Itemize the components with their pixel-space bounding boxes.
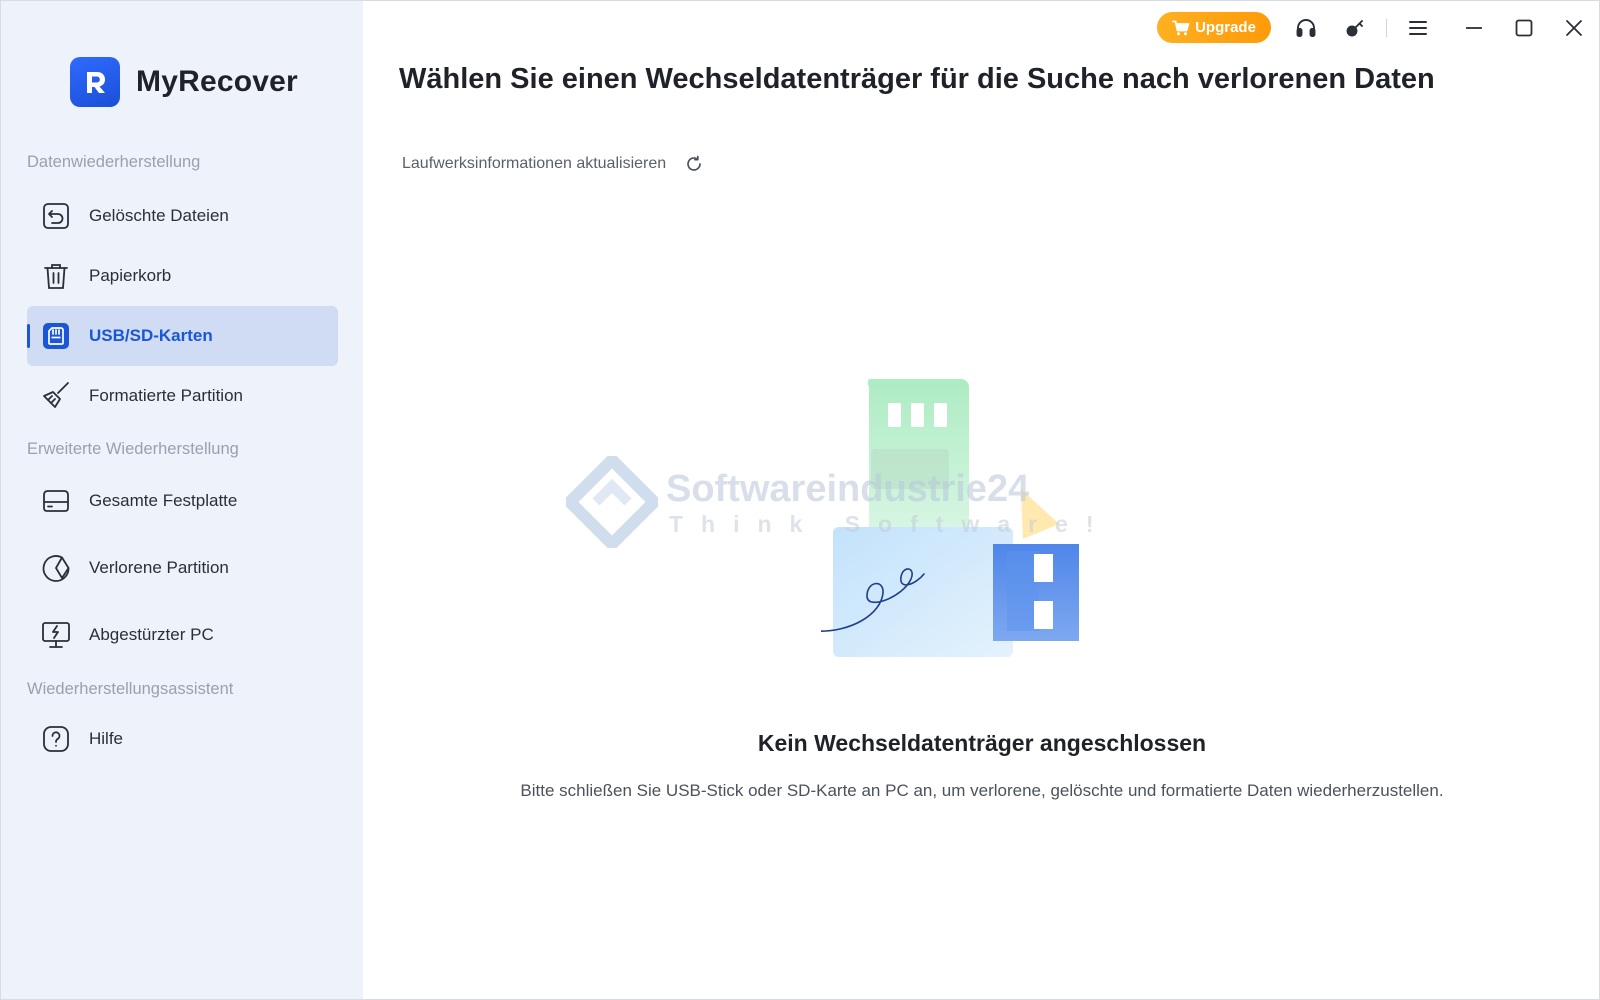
headset-icon[interactable]: [1291, 13, 1321, 43]
sidebar-item-label: Abgestürzter PC: [89, 625, 214, 644]
close-icon[interactable]: [1559, 13, 1589, 43]
broom-icon: [39, 379, 73, 413]
sidebar-item-label: Hilfe: [89, 729, 124, 748]
sidebar-item-deleted-files[interactable]: Gelöschte Dateien: [27, 186, 338, 246]
sidebar-item-label: Gelöschte Dateien: [89, 206, 229, 225]
sidebar-item-usb-sd[interactable]: USB/SD-Karten: [27, 306, 338, 366]
upgrade-button[interactable]: Upgrade: [1157, 12, 1271, 43]
restore-file-icon: [39, 199, 73, 233]
empty-state-description: Bitte schließen Sie USB-Stick oder SD-Ka…: [520, 781, 1444, 800]
sidebar-item-crashed-pc[interactable]: Abgestürzter PC: [27, 605, 338, 665]
app-name: MyRecover: [136, 65, 298, 98]
refresh-row: Laufwerksinformationen aktualisieren: [402, 154, 704, 174]
partition-icon: [39, 551, 73, 585]
empty-state-title: Kein Wechseldatenträger angeschlossen: [757, 730, 1207, 756]
sd-card-icon: [39, 319, 73, 353]
sidebar-item-label: Verlorene Partition: [89, 558, 229, 577]
sidebar-item-whole-disk[interactable]: Gesamte Festplatte: [27, 471, 338, 531]
cart-icon: [1172, 20, 1190, 35]
brand: MyRecover: [70, 57, 298, 107]
refresh-icon[interactable]: [684, 154, 704, 174]
sidebar-item-label: Gesamte Festplatte: [89, 491, 238, 510]
maximize-icon[interactable]: [1509, 13, 1539, 43]
toolbar-divider: [1386, 19, 1387, 37]
sidebar-item-lost-partition[interactable]: Verlorene Partition: [27, 538, 338, 598]
upgrade-label: Upgrade: [1195, 19, 1256, 36]
sidebar-item-label: USB/SD-Karten: [89, 326, 213, 345]
page-title: Wählen Sie einen Wechseldatenträger für …: [399, 63, 1435, 95]
sidebar-item-formatted-partition[interactable]: Formatierte Partition: [27, 366, 338, 426]
key-icon[interactable]: [1340, 13, 1370, 43]
help-icon: [39, 722, 73, 756]
sidebar-item-label: Formatierte Partition: [89, 386, 243, 405]
sidebar-item-help[interactable]: Hilfe: [27, 709, 338, 769]
crashed-pc-icon: [39, 618, 73, 652]
sidebar-item-label: Papierkorb: [89, 266, 172, 285]
refresh-drive-info-link[interactable]: Laufwerksinformationen aktualisieren: [402, 155, 666, 173]
minimize-icon[interactable]: [1459, 13, 1489, 43]
sidebar-item-recycle-bin[interactable]: Papierkorb: [27, 246, 338, 306]
watermark-logo-icon: [566, 456, 658, 548]
trash-icon: [39, 259, 73, 293]
menu-icon[interactable]: [1403, 13, 1433, 43]
app-logo-icon: [70, 57, 120, 107]
section-label-recovery-assistant: Wiederherstellungsassistent: [27, 680, 234, 698]
section-label-data-recovery: Datenwiederherstellung: [27, 153, 201, 171]
no-device-illustration: [814, 379, 1111, 679]
section-label-advanced-recovery: Erweiterte Wiederherstellung: [27, 440, 239, 458]
sidebar: MyRecover Datenwiederherstellung Gelösch…: [1, 1, 363, 999]
app-window: MyRecover Datenwiederherstellung Gelösch…: [0, 0, 1600, 1000]
hard-drive-icon: [39, 484, 73, 518]
